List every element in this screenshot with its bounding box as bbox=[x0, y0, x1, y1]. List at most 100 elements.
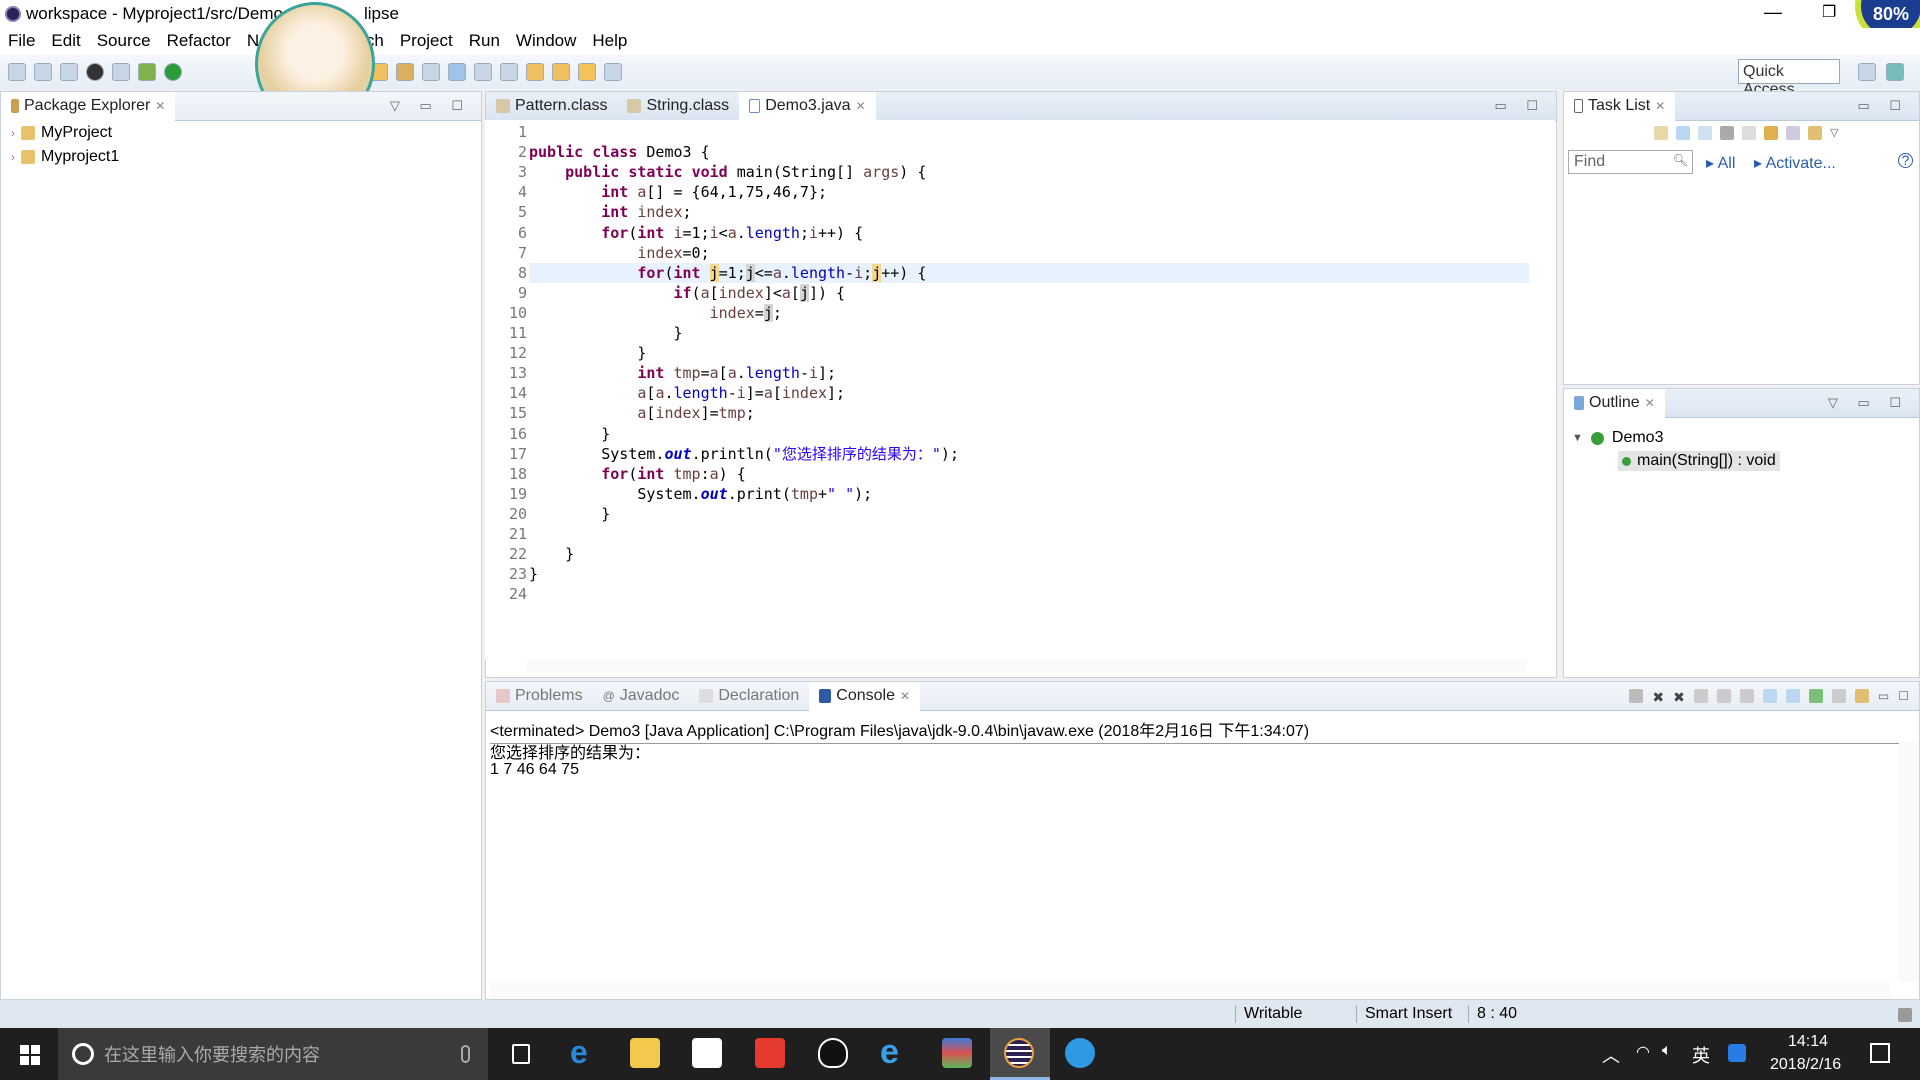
synchronize-icon[interactable] bbox=[1808, 126, 1822, 140]
new-icon[interactable] bbox=[8, 63, 26, 81]
internet-explorer-icon[interactable]: e bbox=[880, 1035, 910, 1069]
next-annotation-icon[interactable] bbox=[526, 63, 544, 81]
show-on-stdout-icon[interactable] bbox=[1762, 689, 1777, 703]
console-vertical-scrollbar[interactable] bbox=[1899, 742, 1917, 982]
block-selection-icon[interactable] bbox=[474, 63, 492, 81]
run-icon[interactable] bbox=[164, 63, 182, 81]
clock-time[interactable]: 14:14 bbox=[1788, 1033, 1828, 1051]
microphone-icon[interactable] bbox=[461, 1045, 470, 1063]
store-icon[interactable] bbox=[692, 1038, 722, 1068]
menu-file[interactable]: File bbox=[0, 28, 43, 55]
pin-console-icon[interactable] bbox=[1808, 689, 1823, 703]
file-explorer-icon[interactable] bbox=[630, 1038, 660, 1068]
debug-icon[interactable] bbox=[138, 63, 156, 81]
code-line[interactable]: int a[] = {64,1,75,46,7}; bbox=[529, 182, 827, 202]
code-line[interactable]: for(int tmp:a) { bbox=[529, 464, 746, 484]
code-line[interactable]: } bbox=[529, 504, 610, 524]
console-horizontal-scrollbar[interactable] bbox=[490, 981, 1890, 997]
start-button-icon[interactable] bbox=[20, 1045, 40, 1065]
remove-all-icon[interactable]: ✖ bbox=[1673, 689, 1685, 706]
notifications-icon[interactable] bbox=[1898, 1008, 1912, 1022]
code-editor[interactable]: 1 2 public class Demo3 {3 public static vo… bbox=[485, 120, 1555, 660]
tab-package-explorer[interactable]: Package Explorer ✕ bbox=[1, 91, 176, 121]
code-line[interactable]: a[index]=tmp; bbox=[529, 403, 754, 423]
quick-access-input[interactable]: Quick Access bbox=[1738, 59, 1840, 98]
volume-icon[interactable]: 🔈︎ bbox=[1662, 1042, 1672, 1060]
code-line[interactable]: } bbox=[529, 564, 538, 584]
clock-date[interactable]: 2018/2/16 bbox=[1770, 1056, 1841, 1074]
close-icon[interactable]: ✕ bbox=[856, 99, 866, 113]
browser-icon[interactable] bbox=[1065, 1038, 1095, 1068]
display-console-icon[interactable] bbox=[1831, 689, 1846, 703]
highlight-icon[interactable] bbox=[448, 63, 466, 81]
word-wrap-icon[interactable] bbox=[1739, 689, 1754, 703]
show-on-stderr-icon[interactable] bbox=[1785, 689, 1800, 703]
maximize-view-icon[interactable]: ☐ bbox=[1898, 689, 1909, 706]
view-menu-icon[interactable]: ▽ bbox=[1830, 126, 1838, 140]
collapse-arrow-icon[interactable]: ▼ bbox=[1572, 432, 1583, 444]
hide-completed-icon[interactable] bbox=[1742, 126, 1756, 140]
qq-tray-icon[interactable] bbox=[1728, 1044, 1746, 1062]
code-line[interactable]: a[a.length-i]=a[index]; bbox=[529, 383, 845, 403]
view-controls[interactable]: ▭ ☐ bbox=[1857, 98, 1909, 114]
tab-pattern-class[interactable]: Pattern.class bbox=[486, 92, 617, 121]
help-icon[interactable]: ? bbox=[1898, 153, 1913, 168]
expand-arrow-icon[interactable]: › bbox=[11, 126, 15, 140]
view-controls[interactable]: ▭ ☐ bbox=[1494, 98, 1546, 114]
focus-icon[interactable] bbox=[1720, 126, 1734, 140]
close-icon[interactable]: ✕ bbox=[900, 689, 910, 703]
tab-outline[interactable]: Outline ✕ bbox=[1564, 388, 1665, 418]
code-line[interactable]: System.out.print(tmp+" "); bbox=[529, 484, 872, 504]
show-hidden-icons[interactable]: ︿ bbox=[1602, 1042, 1620, 1068]
qq-icon[interactable] bbox=[818, 1038, 848, 1068]
show-whitespace-icon[interactable] bbox=[500, 63, 518, 81]
tab-string-class[interactable]: String.class bbox=[617, 92, 739, 121]
code-line[interactable]: if(a[index]<a[j]) { bbox=[529, 283, 845, 303]
clear-console-icon[interactable] bbox=[1693, 689, 1708, 703]
tab-demo3-java[interactable]: Demo3.java ✕ bbox=[739, 91, 876, 121]
menu-window[interactable]: Window bbox=[508, 28, 584, 55]
save-icon[interactable] bbox=[34, 63, 52, 81]
ime-indicator[interactable]: 英 bbox=[1692, 1042, 1710, 1068]
remove-launch-icon[interactable]: ✖ bbox=[1652, 689, 1664, 706]
code-line[interactable]: } bbox=[529, 424, 610, 444]
menu-edit[interactable]: Edit bbox=[43, 28, 88, 55]
action-center-icon[interactable] bbox=[1870, 1043, 1890, 1063]
tab-problems[interactable]: Problems bbox=[486, 682, 593, 711]
winrar-icon[interactable] bbox=[942, 1038, 972, 1068]
close-icon[interactable]: ✕ bbox=[1655, 99, 1665, 113]
search-icon[interactable] bbox=[396, 63, 414, 81]
tab-javadoc[interactable]: @ Javadoc bbox=[593, 682, 690, 711]
forward-icon[interactable] bbox=[604, 63, 622, 81]
code-line[interactable]: public static void main(String[] args) { bbox=[529, 162, 926, 182]
scroll-lock-icon[interactable] bbox=[1716, 689, 1731, 703]
toggle-mark-occurrences-icon[interactable] bbox=[422, 63, 440, 81]
eclipse-taskbar-button[interactable] bbox=[990, 1028, 1050, 1080]
tab-task-list[interactable]: Task List ✕ bbox=[1564, 91, 1676, 121]
red-app-icon[interactable] bbox=[755, 1038, 785, 1068]
wifi-icon[interactable]: ◠ bbox=[1636, 1042, 1650, 1062]
code-line[interactable]: for(int i=1;i<a.length;i++) { bbox=[529, 223, 863, 243]
code-line[interactable]: } bbox=[529, 544, 574, 564]
code-line[interactable]: System.out.println("您选择排序的结果为："); bbox=[529, 444, 959, 464]
open-console-icon[interactable] bbox=[1854, 689, 1869, 703]
restore-button[interactable]: ❐ bbox=[1822, 2, 1836, 22]
back-icon[interactable] bbox=[578, 63, 596, 81]
tab-declaration[interactable]: Declaration bbox=[689, 682, 809, 711]
new-task-icon[interactable] bbox=[1654, 126, 1668, 140]
code-line[interactable]: public class Demo3 { bbox=[529, 142, 710, 162]
taskbar-search-box[interactable]: 在这里输入你要搜索的内容 bbox=[58, 1028, 488, 1080]
code-line[interactable]: int tmp=a[a.length-i]; bbox=[529, 363, 836, 383]
code-line[interactable]: index=0; bbox=[529, 243, 709, 263]
menu-source[interactable]: Source bbox=[89, 28, 159, 55]
outline-class-node[interactable]: ▼ Demo3 bbox=[1572, 429, 1663, 447]
outline-method-node[interactable]: main(String[]) : void bbox=[1618, 451, 1780, 471]
scheduled-icon[interactable] bbox=[1698, 126, 1712, 140]
tab-console[interactable]: Console ✕ bbox=[809, 681, 921, 711]
save-all-icon[interactable] bbox=[60, 63, 78, 81]
menu-run[interactable]: Run bbox=[461, 28, 508, 55]
tree-item-myproject1[interactable]: › Myproject1 bbox=[11, 148, 119, 166]
code-line[interactable]: for(int j=1;j<=a.length-i;j++) { bbox=[529, 263, 926, 283]
minimize-view-icon[interactable]: ▭ bbox=[1878, 689, 1889, 706]
tree-item-myproject[interactable]: › MyProject bbox=[11, 124, 112, 142]
